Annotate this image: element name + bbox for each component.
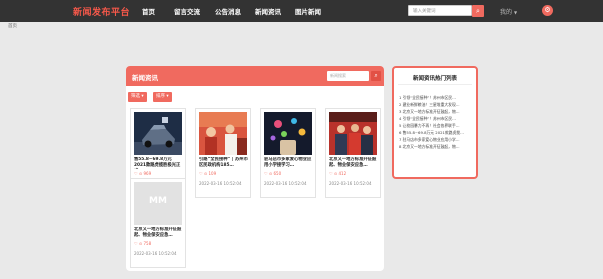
news-card-image[interactable]	[329, 112, 377, 155]
news-card-views: ♡ ⊙ 969	[134, 171, 152, 176]
header-search-button[interactable]: ⌕	[472, 5, 484, 17]
search-icon: ⌕	[374, 72, 378, 79]
news-card-views: ♡ ⊙ 758	[134, 241, 152, 246]
breadcrumb[interactable]: 首页	[8, 23, 17, 29]
filter-label: 筛选	[131, 94, 140, 99]
nav-announcements[interactable]: 公告消息	[215, 6, 241, 16]
news-card-views: ♡ ⊙ 650	[264, 171, 282, 176]
news-search-button[interactable]: ⌕	[371, 71, 381, 81]
news-card-title[interactable]: 售55.8~69.8万元 2021款路虎揽胜极光正式…	[134, 157, 184, 169]
news-card-title[interactable]: 引路“全民接种” | 苏州市区民政机构185…	[199, 157, 249, 169]
settings-icon[interactable]: ⚙	[542, 5, 553, 16]
user-menu-label: 我的	[500, 9, 513, 16]
news-card-date: 2022-03-16 10:52:04	[264, 181, 307, 186]
news-card[interactable]: 驻马店市多家爱心物业应用小学接学习… ♡ ⊙ 650 2022-03-16 10…	[260, 108, 316, 198]
views-count: 109	[208, 171, 217, 176]
hot-news-item[interactable]: 3 北京又一地方标准开征鼓起，物…	[399, 109, 471, 115]
chevron-down-icon: ▼	[514, 10, 518, 15]
news-card[interactable]: MM 北京又一地方标准开征鼓起、物业保安应急… ♡ ⊙ 758 2022-03-…	[130, 178, 186, 268]
hot-news-item[interactable]: 1 引领“全民接种”！苏州市区民…	[399, 95, 471, 101]
hot-news-item[interactable]: 4 引领“全民接种”！苏州市区民…	[399, 116, 471, 122]
views-count: 650	[273, 171, 282, 176]
divider	[398, 84, 472, 85]
site-brand[interactable]: 新闻发布平台	[73, 5, 130, 18]
news-card-title[interactable]: 驻马店市多家爱心物业应用小学接学习…	[264, 157, 314, 169]
news-card[interactable]: 引路“全民接种” | 苏州市区民政机构185… ♡ ⊙ 109 2022-03-…	[195, 108, 251, 198]
news-panel-header: 新闻资讯 新闻搜索 ⌕	[126, 66, 384, 86]
hot-news-item[interactable]: 8 北京又一地方标准开征鼓起，物…	[399, 144, 471, 150]
filter-button[interactable]: 筛选 ▾	[128, 92, 147, 102]
hot-news-item[interactable]: 2 建业新鲜粮油！三星堆重大发现…	[399, 102, 471, 108]
news-card-image[interactable]	[134, 112, 182, 155]
header-search-input[interactable]: 输入关键词	[408, 5, 472, 16]
views-count: 969	[143, 171, 152, 176]
hot-news-item[interactable]: 7 驻马店市多家爱心物业应用小学…	[399, 137, 471, 143]
nav-home[interactable]: 首页	[142, 6, 155, 16]
news-card-image[interactable]	[199, 112, 247, 155]
hot-news-item[interactable]: 6 售55.8~69.8万元 2021款路虎揽…	[399, 130, 471, 136]
news-panel: 新闻资讯 新闻搜索 ⌕ 筛选 ▾ 排序 ▾ 售55.8~69.8万元 2021款…	[126, 66, 384, 271]
hot-news-title: 新闻资讯热门列表	[412, 76, 457, 82]
news-card-views: ♡ ⊙ 412	[329, 171, 347, 176]
views-count: 412	[338, 171, 347, 176]
hot-news-item[interactable]: 5 让校园暴力不再！社会各界联手…	[399, 123, 471, 129]
news-card-title[interactable]: 北京又一地方标准开征鼓起、物业保安应急…	[134, 227, 184, 239]
hot-news-panel: 新闻资讯热门列表 1 引领“全民接种”！苏州市区民… 2 建业新鲜粮油！三星堆重…	[392, 66, 478, 179]
nav-photo-news[interactable]: 图片新闻	[295, 6, 321, 16]
sort-button[interactable]: 排序 ▾	[153, 92, 172, 102]
placeholder-image-text: MM	[149, 196, 167, 206]
news-search-input[interactable]: 新闻搜索	[327, 71, 369, 81]
news-card-title[interactable]: 北京又一地方标准开征鼓起、物业保安应急…	[329, 157, 379, 169]
news-card[interactable]: 北京又一地方标准开征鼓起、物业保安应急… ♡ ⊙ 412 2022-03-16 …	[325, 108, 381, 198]
news-card-date: 2022-03-16 10:52:04	[134, 251, 177, 256]
nav-news[interactable]: 新闻资讯	[255, 6, 281, 16]
nav-messages[interactable]: 留言交流	[174, 6, 200, 16]
news-card-image[interactable]	[264, 112, 312, 155]
news-card-image[interactable]: MM	[134, 182, 182, 225]
sort-label: 排序	[156, 94, 165, 99]
top-navbar: 新闻发布平台 首页 留言交流 公告消息 新闻资讯 图片新闻 输入关键词 ⌕ 我的…	[0, 0, 603, 22]
news-card-date: 2022-03-16 10:52:04	[199, 181, 242, 186]
news-card-views: ♡ ⊙ 109	[199, 171, 217, 176]
user-menu[interactable]: 我的 ▼	[500, 7, 517, 16]
news-panel-title: 新闻资讯	[132, 74, 158, 82]
news-card-date: 2022-03-16 10:52:04	[329, 181, 372, 186]
views-count: 758	[143, 241, 152, 246]
search-icon: ⌕	[476, 7, 480, 15]
